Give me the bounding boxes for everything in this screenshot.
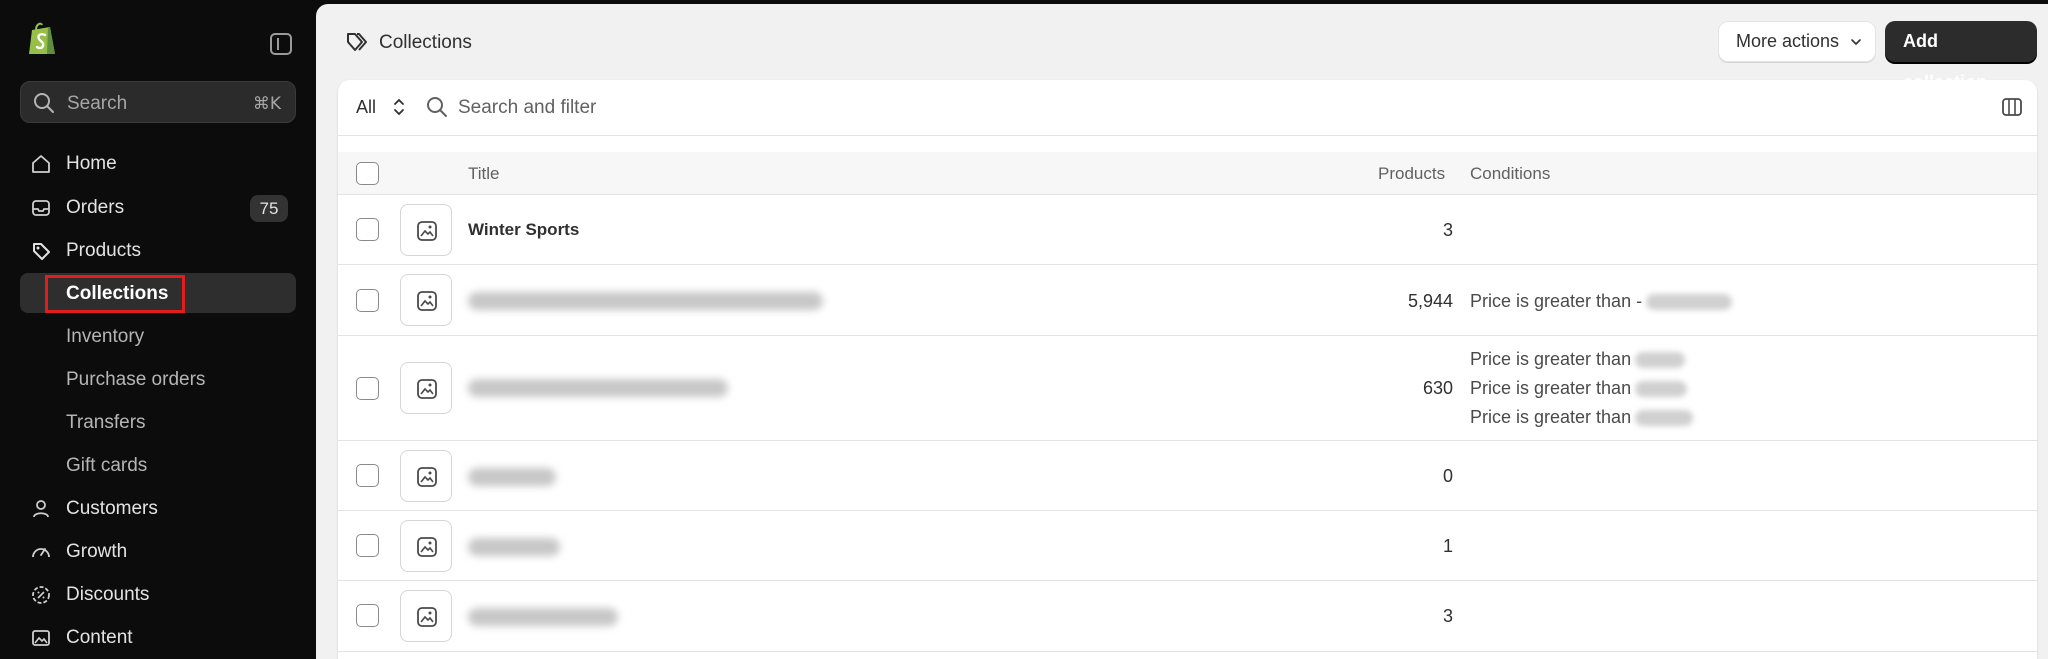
sidebar-item-label: Gift cards xyxy=(66,455,148,476)
more-actions-button[interactable]: More actions xyxy=(1718,21,1876,62)
sidebar-item-discounts[interactable]: Discounts xyxy=(20,574,296,614)
filter-bar: All xyxy=(338,80,2037,136)
table-row[interactable]: 1 xyxy=(338,511,2037,581)
page-title: Collections xyxy=(379,32,472,53)
sidebar-item-label: Collections xyxy=(66,283,169,304)
redacted-collection-title[interactable] xyxy=(468,468,556,486)
table-row[interactable]: Winter Sports 3 xyxy=(338,195,2037,265)
orders-count-badge: 75 xyxy=(250,195,288,222)
search-shortcut: ⌘K xyxy=(252,94,281,114)
search-placeholder: Search xyxy=(67,93,128,114)
columns-icon[interactable] xyxy=(2001,96,2023,118)
sidebar-item-gift-cards[interactable]: Gift cards xyxy=(20,445,296,485)
sidebar-item-orders[interactable]: Orders 75 xyxy=(20,187,296,227)
sidebar-item-home[interactable]: Home xyxy=(20,143,296,183)
sidebar-toggle-icon[interactable] xyxy=(270,33,292,55)
more-actions-label: More actions xyxy=(1736,31,1840,51)
collection-thumbnail xyxy=(400,450,452,502)
home-icon xyxy=(32,155,50,173)
table-header: Title Products Conditions xyxy=(338,152,2037,195)
image-placeholder-icon xyxy=(417,467,437,487)
sort-updown-icon xyxy=(394,98,404,116)
main-panel: Collections More actions Add collection … xyxy=(316,4,2048,659)
image-placeholder-icon xyxy=(417,537,437,557)
global-search[interactable]: Search ⌘K xyxy=(20,81,296,123)
row-checkbox[interactable] xyxy=(356,218,379,241)
product-count: 1 xyxy=(1442,536,1453,556)
sidebar-item-label: Inventory xyxy=(66,326,145,347)
table-row[interactable]: 5,944 Price is greater than - xyxy=(338,265,2037,336)
condition-line: Price is greater than xyxy=(1470,378,1688,399)
sidebar-item-label: Discounts xyxy=(66,584,150,605)
column-conditions[interactable]: Conditions xyxy=(1470,164,1550,184)
sidebar-item-purchase-orders[interactable]: Purchase orders xyxy=(20,359,296,399)
inbox-icon xyxy=(32,200,50,216)
product-count: 0 xyxy=(1442,466,1453,486)
discount-icon xyxy=(32,586,50,604)
collection-thumbnail xyxy=(400,274,452,326)
tag-icon xyxy=(33,243,50,260)
collections-card: All Title Products Conditions xyxy=(338,80,2037,659)
condition-line: Price is greater than xyxy=(1470,349,1686,370)
table-row[interactable]: 630 Price is greater than Price is great… xyxy=(338,336,2037,441)
product-count: 3 xyxy=(1442,220,1453,240)
row-checkbox[interactable] xyxy=(356,604,379,627)
product-count: 630 xyxy=(1422,378,1453,398)
table-row[interactable]: 3 xyxy=(338,581,2037,652)
sidebar-item-label: Transfers xyxy=(66,412,146,433)
image-placeholder-icon xyxy=(417,221,437,241)
product-count: 3 xyxy=(1442,606,1453,626)
condition-line: Price is greater than xyxy=(1470,407,1694,428)
collection-thumbnail xyxy=(400,362,452,414)
redacted-collection-title[interactable] xyxy=(468,608,618,626)
search-icon xyxy=(427,97,447,117)
sidebar-item-collections[interactable]: Collections xyxy=(20,273,296,313)
sidebar-item-label: Orders xyxy=(66,197,125,218)
sidebar-item-customers[interactable]: Customers xyxy=(20,488,296,528)
sidebar-item-inventory[interactable]: Inventory xyxy=(20,316,296,356)
image-placeholder-icon xyxy=(417,379,437,399)
sidebar-item-label: Purchase orders xyxy=(66,369,206,390)
sidebar-item-transfers[interactable]: Transfers xyxy=(20,402,296,442)
redacted-collection-title[interactable] xyxy=(468,292,823,310)
add-collection-button[interactable]: Add collection xyxy=(1885,21,2037,92)
table-row[interactable]: 0 xyxy=(338,441,2037,511)
row-checkbox[interactable] xyxy=(356,464,379,487)
image-placeholder-icon xyxy=(417,291,437,311)
chevron-down-icon xyxy=(1851,39,1861,46)
sidebar-item-growth[interactable]: Growth xyxy=(20,531,296,571)
column-title[interactable]: Title xyxy=(468,164,500,184)
sidebar-item-label: Home xyxy=(66,153,117,174)
collection-thumbnail xyxy=(400,204,452,256)
view-selector[interactable]: All xyxy=(348,88,404,126)
sidebar-item-label: Products xyxy=(66,240,141,261)
sidebar-item-content[interactable]: Content xyxy=(20,617,296,657)
view-selector-label: All xyxy=(356,97,377,117)
search-icon xyxy=(34,93,54,113)
product-count: 5,944 xyxy=(1407,291,1453,311)
sidebar-item-label: Customers xyxy=(66,498,158,519)
column-products[interactable]: Products xyxy=(1378,164,1445,184)
sidebar-item-products[interactable]: Products xyxy=(20,230,296,270)
shopify-logo-icon[interactable] xyxy=(26,21,58,57)
gauge-icon xyxy=(32,548,50,558)
collection-title[interactable]: Winter Sports xyxy=(468,220,579,240)
redacted-collection-title[interactable] xyxy=(468,538,560,556)
collection-thumbnail xyxy=(400,590,452,642)
row-checkbox[interactable] xyxy=(356,377,379,400)
row-checkbox[interactable] xyxy=(356,289,379,312)
sidebar-item-label: Content xyxy=(66,627,133,648)
person-icon xyxy=(33,500,49,518)
collection-thumbnail xyxy=(400,520,452,572)
image-icon xyxy=(32,630,50,646)
sidebar: Search ⌘K Home Orders 75 Products Collec… xyxy=(0,0,316,659)
search-filter-input[interactable] xyxy=(458,90,1858,126)
image-placeholder-icon xyxy=(417,607,437,627)
sidebar-item-label: Growth xyxy=(66,541,128,562)
redacted-collection-title[interactable] xyxy=(468,379,728,397)
row-checkbox[interactable] xyxy=(356,534,379,557)
collections-icon xyxy=(347,33,367,51)
condition-line: Price is greater than - xyxy=(1470,291,1733,312)
select-all-checkbox[interactable] xyxy=(356,162,379,185)
